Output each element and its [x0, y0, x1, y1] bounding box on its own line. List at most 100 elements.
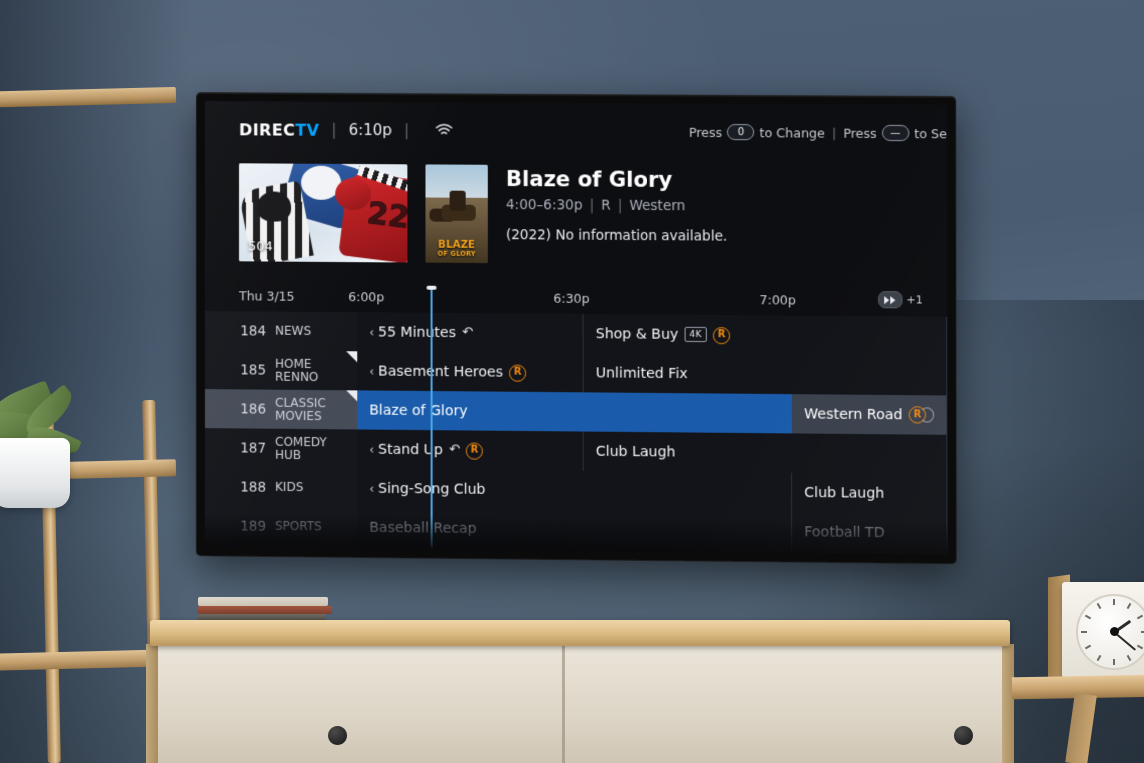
fast-forward-icon[interactable]	[877, 291, 903, 309]
channel-cell-186[interactable]: 186 CLASSIC MOVIES	[204, 389, 358, 430]
program-cell[interactable]: Blaze of Glory	[357, 390, 792, 434]
program-title: Blaze of Glory	[369, 402, 468, 419]
hint-se-label: to Se	[914, 125, 947, 141]
credenza-top-surface	[150, 620, 1010, 646]
rating-badge-wrap: R	[712, 325, 731, 345]
record-series-icon: ↶	[448, 442, 460, 458]
program-cell[interactable]: Western Road R	[791, 394, 948, 435]
program-title: Unlimited Fix	[595, 364, 688, 382]
clock-time: 6:10p	[348, 120, 392, 140]
hockey-helmet-red	[335, 177, 372, 211]
detail-title: Blaze of Glory	[505, 166, 673, 193]
program-cell[interactable]: ‹ Basement Heroes R	[357, 351, 584, 393]
program-cell[interactable]: ‹ 55 Minutes ↶	[357, 312, 584, 354]
channel-cell-187[interactable]: 187 COMEDY HUB	[204, 428, 358, 469]
channel-number: 185	[240, 361, 267, 379]
program-cell[interactable]: Club Laugh	[583, 431, 948, 475]
program-cell[interactable]: ‹ Sing-Song Club	[357, 468, 793, 513]
channel-number: 187	[240, 439, 267, 457]
credenza-side-left	[146, 644, 158, 763]
program-title: Club Laugh	[595, 443, 676, 461]
program-title: 55 Minutes	[378, 323, 456, 341]
time-slot-label: 7:00p	[759, 292, 796, 308]
clock-tick	[1136, 644, 1144, 650]
hint-press-label-2: Press	[843, 125, 877, 141]
program-title: Shop & Buy	[595, 325, 679, 343]
continues-left-icon: ‹	[369, 324, 375, 339]
clock-tick	[1113, 599, 1115, 605]
credenza-knob	[954, 726, 973, 745]
channel-flag-icon	[346, 390, 358, 402]
keycap-dash[interactable]: —	[881, 124, 910, 142]
channel-flag-icon	[346, 351, 358, 363]
program-cell[interactable]: Unlimited Fix	[583, 353, 948, 396]
hint-divider: |	[831, 125, 837, 141]
program-track: ‹ 55 Minutes ↶ Shop & Buy 4K R	[357, 312, 948, 357]
jump-forward-control[interactable]: +1	[877, 291, 923, 309]
clock-tick	[1113, 659, 1115, 665]
program-cell[interactable]: Club Laugh	[792, 472, 948, 514]
rating-badge-wrap: R	[465, 441, 483, 460]
program-cell[interactable]: Football TD	[792, 512, 948, 553]
ladder-shelf	[0, 86, 177, 763]
program-detail-panel: 22 504 BLAZE OF GLORY Blaze of Glory 4:0…	[239, 163, 925, 280]
rating-badge-wrap: R	[509, 363, 527, 382]
book	[198, 606, 332, 614]
program-cell[interactable]: Shop & Buy 4K R	[583, 313, 948, 357]
detail-genre: Western	[629, 197, 686, 215]
poster-title-line2: OF GLORY	[437, 250, 476, 259]
channel-cell-185[interactable]: 185 HOME RENNO	[204, 350, 358, 391]
jump-forward-label: +1	[906, 293, 923, 307]
meta-divider: |	[617, 197, 623, 214]
book	[198, 597, 328, 606]
continues-left-icon: ‹	[369, 363, 375, 379]
meta-divider: |	[589, 197, 595, 214]
channel-cell-188[interactable]: 188 KIDS	[204, 467, 358, 508]
playhead-handle	[426, 285, 437, 290]
clock-tick	[1081, 631, 1087, 633]
channel-cell-184[interactable]: 184 NEWS	[204, 311, 358, 352]
clock-shelf	[1011, 574, 1144, 763]
channel-row[interactable]: 189 SPORTS Baseball Recap Football TD	[204, 506, 948, 554]
channel-number: 188	[240, 478, 267, 496]
channel-name: NEWS	[275, 323, 312, 338]
program-title: Stand Up	[378, 441, 443, 458]
time-slot-label: 6:00p	[348, 289, 385, 305]
rating-badge-wrap: R	[908, 406, 926, 424]
tv-screen: DIRECTV | 6:10p | Press 0 to Change | Pr…	[204, 101, 948, 555]
divider: |	[331, 120, 337, 139]
program-poster: BLAZE OF GLORY	[425, 164, 488, 264]
poster-rider	[449, 190, 466, 211]
program-title: Basement Heroes	[378, 363, 504, 381]
program-title: Club Laugh	[804, 484, 885, 502]
wifi-icon	[435, 121, 452, 140]
program-title: Western Road	[804, 405, 903, 423]
divider: |	[403, 121, 410, 140]
program-cell[interactable]: ‹ Stand Up ↶ R	[357, 429, 584, 471]
referee-helmet	[257, 191, 292, 222]
uhd-4k-badge: 4K	[684, 326, 707, 343]
clock-shelf-leg	[1065, 692, 1097, 763]
program-track: Blaze of Glory Western Road R	[357, 390, 948, 435]
clock-tick	[1084, 614, 1092, 620]
clock-face	[1076, 594, 1144, 670]
hint-change-label: to Change	[759, 124, 825, 141]
continues-left-icon: ‹	[369, 442, 375, 457]
credenza-knob	[328, 726, 347, 745]
channel-cell-189[interactable]: 189 SPORTS	[204, 506, 358, 547]
directv-guide: DIRECTV | 6:10p | Press 0 to Change | Pr…	[204, 101, 948, 555]
live-preview-thumbnail[interactable]: 22 504	[239, 163, 408, 263]
clock-tick	[1126, 654, 1132, 662]
credenza-door-divider	[562, 646, 565, 763]
poster-title: BLAZE OF GLORY	[425, 240, 487, 259]
channel-grid[interactable]: 184 NEWS ‹ 55 Minutes ↶ Shop & Buy 4K R 185 HOME …	[204, 311, 948, 555]
program-title: Baseball Recap	[369, 519, 477, 537]
keycap-zero[interactable]: 0	[727, 123, 755, 141]
directv-logo: DIRECTV	[239, 120, 319, 139]
channel-name: COMEDY HUB	[275, 434, 327, 462]
record-series-icon: ↶	[461, 325, 473, 341]
program-cell[interactable]: Baseball Recap	[357, 507, 793, 552]
clock-tick	[1096, 602, 1102, 610]
time-slot-label: 6:30p	[553, 290, 590, 306]
stack-of-books	[198, 597, 334, 622]
